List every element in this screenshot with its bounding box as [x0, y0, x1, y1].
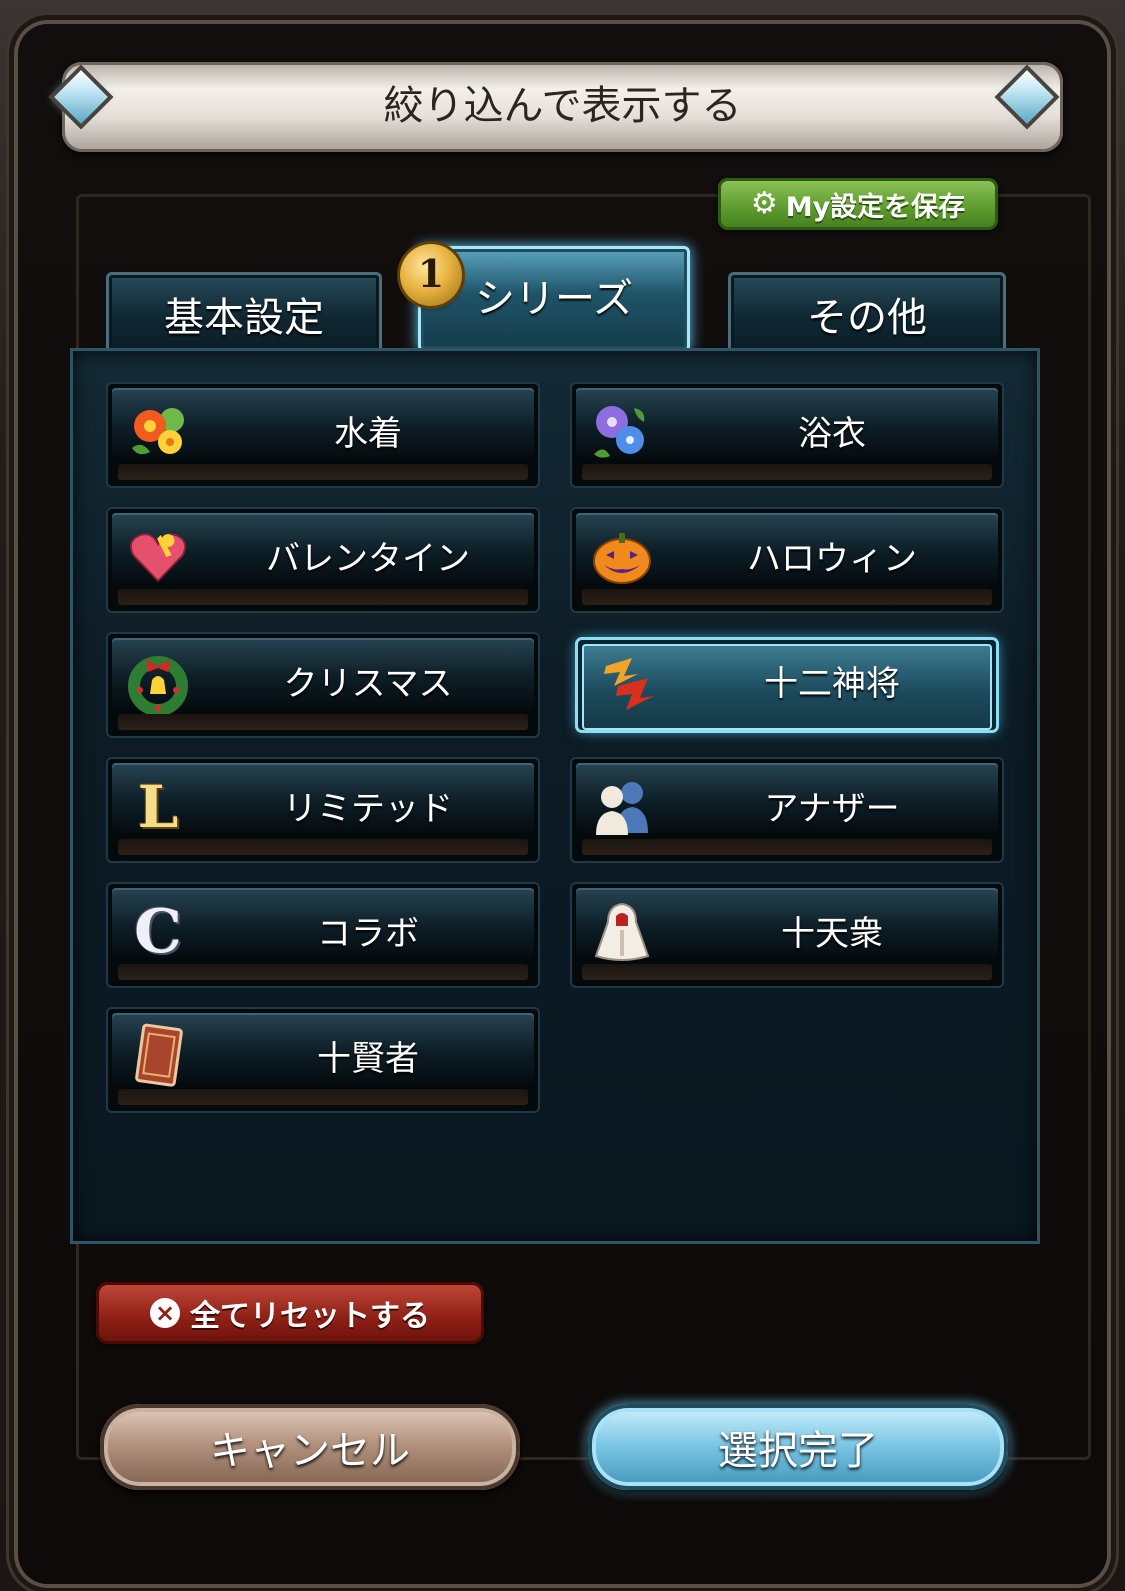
tab-label: 基本設定: [164, 295, 324, 341]
option-label: 十二神将: [764, 664, 900, 704]
option-label: ハロウィン: [747, 539, 917, 579]
dialog-title: 絞り込んで表示する: [383, 83, 742, 129]
tab-label: その他: [807, 295, 927, 341]
option-label: リミテッド: [283, 789, 453, 829]
series-option-collab[interactable]: C コラボ: [108, 884, 538, 986]
option-label: 水着: [334, 414, 402, 454]
letter-l-glyph: L: [137, 773, 179, 841]
tab-count-badge: 1: [400, 244, 462, 306]
pumpkin-icon: [590, 525, 654, 589]
confirm-label: 選択完了: [718, 1428, 878, 1474]
reset-all-label: 全てリセットする: [190, 1299, 430, 1334]
tab-other[interactable]: その他: [728, 272, 1006, 356]
card-icon: [126, 1023, 190, 1089]
series-option-twelve-generals[interactable]: 十二神将: [578, 640, 996, 730]
option-label: 十天衆: [781, 914, 883, 954]
tab-basic-settings[interactable]: 基本設定: [106, 272, 382, 356]
option-label: コラボ: [317, 914, 419, 954]
zodiac-emblem-icon: [596, 652, 660, 716]
series-option-limited[interactable]: L リミテッド: [108, 759, 538, 861]
close-icon: ×: [150, 1298, 180, 1328]
hooded-figure-icon: [590, 900, 654, 964]
series-option-christmas[interactable]: クリスマス: [108, 634, 538, 736]
gear-icon: ⚙: [750, 186, 778, 221]
option-label: バレンタイン: [266, 539, 470, 579]
option-label: クリスマス: [283, 664, 453, 704]
series-option-another[interactable]: アナザー: [572, 759, 1002, 861]
confirm-selection-button[interactable]: 選択完了: [588, 1404, 1008, 1490]
series-option-yukata[interactable]: 浴衣: [572, 384, 1002, 486]
letter-c-icon: C: [126, 897, 190, 967]
cancel-button[interactable]: キャンセル: [100, 1404, 520, 1490]
series-option-valentine[interactable]: バレンタイン: [108, 509, 538, 611]
option-label: 十賢者: [317, 1039, 419, 1079]
two-people-icon: [590, 775, 654, 839]
series-option-swimsuit[interactable]: 水着: [108, 384, 538, 486]
letter-l-icon: L: [126, 773, 190, 841]
series-option-halloween[interactable]: ハロウィン: [572, 509, 1002, 611]
save-my-settings-label: My設定を保存: [785, 191, 966, 223]
reset-all-button[interactable]: × 全てリセットする: [96, 1282, 484, 1344]
heart-gift-icon: [126, 525, 190, 589]
flowers-icon: [126, 400, 190, 464]
wreath-icon: [126, 650, 190, 714]
title-banner: 絞り込んで表示する: [62, 62, 1063, 152]
series-option-ten-sages[interactable]: 十賢者: [108, 1009, 538, 1111]
letter-c-glyph: C: [134, 897, 182, 967]
cancel-label: キャンセル: [210, 1428, 410, 1474]
option-label: 浴衣: [798, 414, 866, 454]
option-label: アナザー: [764, 789, 900, 829]
tab-label: シリーズ: [475, 276, 633, 322]
save-my-settings-button[interactable]: ⚙ My設定を保存: [718, 178, 998, 230]
morning-glory-icon: [590, 400, 654, 464]
series-option-ten-heavenly[interactable]: 十天衆: [572, 884, 1002, 986]
